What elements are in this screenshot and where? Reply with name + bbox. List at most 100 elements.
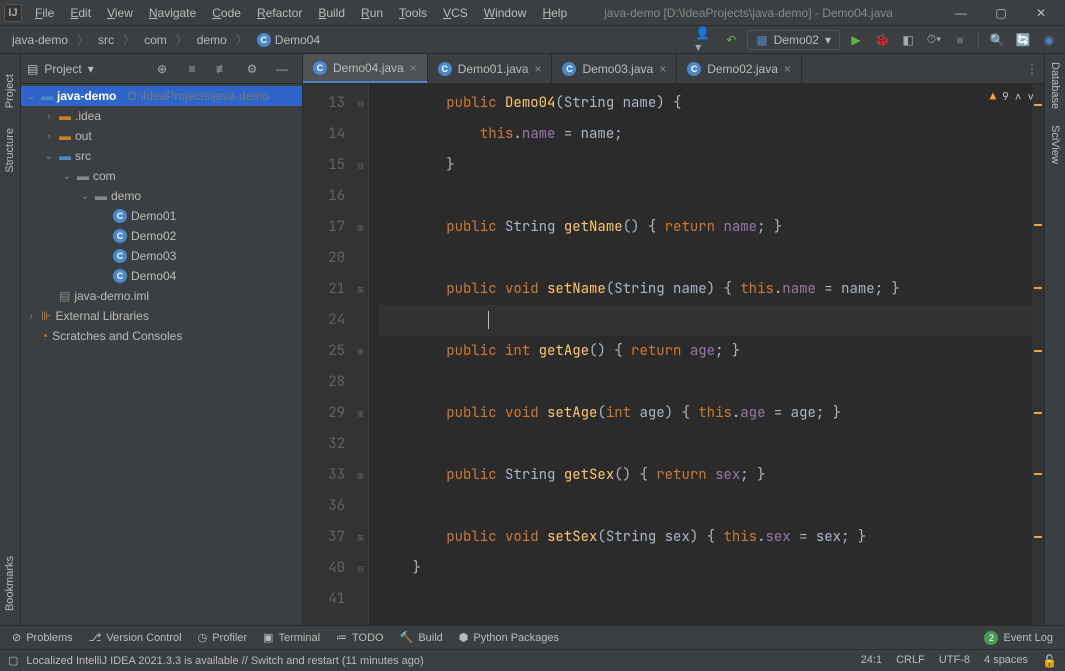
line-separator[interactable]: CRLF bbox=[896, 654, 925, 668]
fold-marker[interactable] bbox=[353, 429, 368, 460]
class-demo04[interactable]: CDemo04 bbox=[21, 266, 302, 286]
structure-tool-button[interactable]: Structure bbox=[4, 128, 16, 173]
code-content[interactable]: public Demo04(String name) { this.name =… bbox=[369, 84, 1032, 625]
readonly-lock-icon[interactable]: 🔓 bbox=[1042, 654, 1057, 668]
caret-position[interactable]: 24:1 bbox=[861, 654, 882, 668]
fold-marker[interactable] bbox=[353, 491, 368, 522]
code-line[interactable]: public void setSex(String sex) { this.se… bbox=[379, 522, 1032, 553]
code-line[interactable] bbox=[379, 367, 1032, 398]
sciview-tool-button[interactable]: SciView bbox=[1049, 125, 1061, 164]
menu-file[interactable]: File bbox=[28, 3, 61, 23]
build-button[interactable]: 🔨Build bbox=[392, 631, 451, 644]
search-icon[interactable]: 🔍 bbox=[987, 30, 1007, 50]
line-number[interactable]: 25 bbox=[303, 336, 345, 367]
menu-run[interactable]: Run bbox=[354, 3, 390, 23]
line-number[interactable]: 32 bbox=[303, 429, 345, 460]
expand-all-icon[interactable]: ≡ bbox=[182, 59, 202, 79]
line-number[interactable]: 41 bbox=[303, 584, 345, 615]
line-number-gutter[interactable]: 1314151617202124252829323336374041 bbox=[303, 84, 353, 625]
code-line[interactable]: public void setAge(int age) { this.age =… bbox=[379, 398, 1032, 429]
line-number[interactable]: 37 bbox=[303, 522, 345, 553]
terminal-button[interactable]: ▣Terminal bbox=[255, 631, 328, 644]
fold-marker[interactable]: ⊟ bbox=[353, 88, 368, 119]
menu-code[interactable]: Code bbox=[205, 3, 248, 23]
menu-edit[interactable]: Edit bbox=[63, 3, 98, 23]
back-arrow-icon[interactable]: ↶ bbox=[721, 30, 741, 50]
fold-marker[interactable]: ⊞ bbox=[353, 274, 368, 305]
ide-features-icon[interactable]: ◉ bbox=[1039, 30, 1059, 50]
fold-marker[interactable]: ⊞ bbox=[353, 212, 368, 243]
fold-marker[interactable] bbox=[353, 584, 368, 615]
folder-src[interactable]: ⌄▬src bbox=[21, 146, 302, 166]
code-line[interactable]: } bbox=[379, 150, 1032, 181]
project-tool-button[interactable]: Project bbox=[4, 74, 16, 108]
problems-button[interactable]: ⊘Problems bbox=[4, 631, 81, 644]
code-line[interactable]: } bbox=[379, 553, 1032, 584]
close-button[interactable]: ✕ bbox=[1021, 1, 1061, 25]
fold-marker[interactable] bbox=[353, 119, 368, 150]
code-line[interactable] bbox=[379, 429, 1032, 460]
external-libraries[interactable]: ›⊪External Libraries bbox=[21, 306, 302, 326]
menu-refactor[interactable]: Refactor bbox=[250, 3, 309, 23]
close-tab-icon[interactable]: × bbox=[784, 62, 791, 76]
menu-navigate[interactable]: Navigate bbox=[142, 3, 203, 23]
tool-windows-icon[interactable]: ▢ bbox=[8, 654, 18, 667]
file-encoding[interactable]: UTF-8 bbox=[939, 654, 970, 668]
tab-demo01[interactable]: CDemo01.java× bbox=[428, 54, 553, 83]
code-line[interactable] bbox=[379, 491, 1032, 522]
line-number[interactable]: 33 bbox=[303, 460, 345, 491]
project-tree[interactable]: ⌄ ▬ java-demo D:\IdeaProjects\java-demo … bbox=[21, 84, 302, 625]
code-line[interactable]: public int getAge() { return age; } bbox=[379, 336, 1032, 367]
crumb-src[interactable]: src bbox=[92, 31, 120, 49]
project-root[interactable]: ⌄ ▬ java-demo D:\IdeaProjects\java-demo bbox=[21, 86, 302, 106]
fold-marker[interactable]: ⊞ bbox=[353, 336, 368, 367]
gear-icon[interactable]: ⚙ bbox=[242, 59, 262, 79]
close-tab-icon[interactable]: × bbox=[534, 62, 541, 76]
folder-demo[interactable]: ⌄▬demo bbox=[21, 186, 302, 206]
fold-marker[interactable]: ⊞ bbox=[353, 522, 368, 553]
user-icon[interactable]: 👤▾ bbox=[695, 30, 715, 50]
code-line[interactable]: public Demo04(String name) { bbox=[379, 88, 1032, 119]
menu-window[interactable]: Window bbox=[477, 3, 534, 23]
fold-marker[interactable]: ⊟ bbox=[353, 553, 368, 584]
line-number[interactable]: 28 bbox=[303, 367, 345, 398]
line-number[interactable]: 36 bbox=[303, 491, 345, 522]
code-line[interactable] bbox=[379, 584, 1032, 615]
tabs-menu-icon[interactable]: ⋮ bbox=[1020, 54, 1044, 83]
collapse-all-icon[interactable]: ≢ bbox=[212, 59, 232, 79]
line-number[interactable]: 17 bbox=[303, 212, 345, 243]
folder-com[interactable]: ⌄▬com bbox=[21, 166, 302, 186]
scratches-consoles[interactable]: ◔Scratches and Consoles bbox=[21, 326, 302, 346]
profile-button[interactable]: ⏱▾ bbox=[924, 30, 944, 50]
folder-out[interactable]: ›▬out bbox=[21, 126, 302, 146]
menu-build[interactable]: Build bbox=[311, 3, 352, 23]
run-config-selector[interactable]: ▦ Demo02 ▾ bbox=[747, 30, 840, 50]
run-button[interactable]: ▶ bbox=[846, 30, 866, 50]
fold-marker[interactable] bbox=[353, 305, 368, 336]
project-panel-title[interactable]: ▤ Project ▾ bbox=[27, 62, 146, 76]
python-packages-button[interactable]: ⬢Python Packages bbox=[451, 631, 567, 644]
select-opened-file-icon[interactable]: ⊕ bbox=[152, 59, 172, 79]
fold-gutter[interactable]: ⊟⊟⊞⊞⊞⊞⊞⊞⊟ bbox=[353, 84, 369, 625]
crumb-demo[interactable]: demo bbox=[191, 31, 233, 49]
tab-demo03[interactable]: CDemo03.java× bbox=[552, 54, 677, 83]
class-demo01[interactable]: CDemo01 bbox=[21, 206, 302, 226]
tab-demo04[interactable]: CDemo04.java× bbox=[303, 54, 428, 83]
fold-marker[interactable]: ⊟ bbox=[353, 150, 368, 181]
maximize-button[interactable]: ▢ bbox=[981, 1, 1021, 25]
minimize-button[interactable]: — bbox=[941, 1, 981, 25]
bookmarks-tool-button[interactable]: Bookmarks bbox=[4, 556, 16, 611]
fold-marker[interactable] bbox=[353, 243, 368, 274]
fold-marker[interactable] bbox=[353, 181, 368, 212]
menu-vcs[interactable]: VCS bbox=[436, 3, 475, 23]
code-line[interactable]: public String getName() { return name; } bbox=[379, 212, 1032, 243]
fold-marker[interactable]: ⊞ bbox=[353, 460, 368, 491]
crumb-java-demo[interactable]: java-demo bbox=[6, 31, 74, 49]
code-line[interactable] bbox=[379, 181, 1032, 212]
coverage-button[interactable]: ◧ bbox=[898, 30, 918, 50]
code-line[interactable]: public void setName(String name) { this.… bbox=[379, 274, 1032, 305]
indent-setting[interactable]: 4 spaces bbox=[984, 654, 1028, 668]
crumb-demo04[interactable]: C Demo04 bbox=[251, 31, 326, 49]
code-editor[interactable]: 1314151617202124252829323336374041 ⊟⊟⊞⊞⊞… bbox=[303, 84, 1044, 625]
close-tab-icon[interactable]: × bbox=[410, 61, 417, 75]
